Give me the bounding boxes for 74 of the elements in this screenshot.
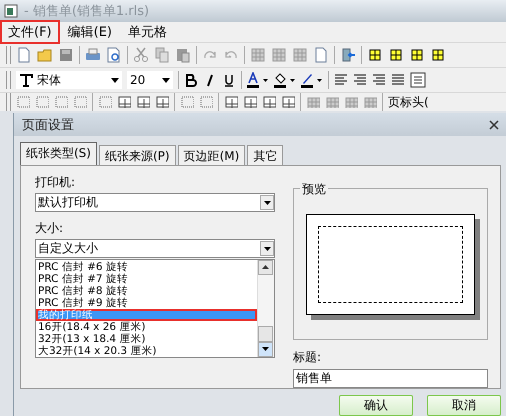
paste-icon[interactable] — [175, 47, 191, 63]
tab[interactable]: 纸张类型(S) — [20, 142, 97, 165]
tab[interactable]: 其它 — [247, 145, 284, 165]
align-right-icon[interactable] — [372, 73, 386, 87]
font-type-icon — [19, 73, 33, 87]
cell-grid-icon[interactable] — [117, 96, 131, 108]
close-icon[interactable] — [489, 120, 499, 130]
dialog-button[interactable]: 取消 — [427, 395, 501, 416]
list-item[interactable]: 16开(18.4 x 26 厘米) — [36, 321, 257, 333]
printer-label: 打印机: — [35, 174, 76, 191]
list-item[interactable]: 32开(13 x 18.4 厘米) — [36, 333, 257, 345]
bold-icon[interactable] — [184, 73, 198, 87]
cell-grid-icon[interactable] — [243, 96, 257, 108]
caret-icon — [264, 246, 270, 250]
dialog-title: 页面设置 — [22, 116, 74, 134]
document-icon[interactable] — [16, 47, 32, 63]
justify-icon[interactable] — [391, 73, 405, 87]
list-item[interactable]: PRC 信封 #6 旋转 — [36, 261, 257, 273]
preview-label: 预览 — [300, 181, 328, 198]
cell-grid-icon[interactable] — [262, 96, 276, 108]
fill-color-icon[interactable] — [274, 72, 296, 88]
align-left-icon[interactable] — [334, 73, 348, 87]
align-center-icon[interactable] — [353, 73, 367, 87]
pen-color-icon[interactable] — [301, 72, 323, 88]
door-arrow-icon[interactable] — [340, 47, 356, 63]
font-dropdown[interactable]: 宋体 — [16, 71, 122, 89]
list-item[interactable]: PRC 信封 #9 旋转 — [36, 297, 257, 309]
menu-item[interactable]: 单元格 — [120, 20, 175, 44]
menu-item[interactable]: 文件(F) — [0, 20, 60, 44]
caption-label: 标题: — [293, 349, 322, 366]
dotted-cell-icon[interactable] — [73, 96, 87, 108]
underline-icon[interactable] — [222, 73, 236, 87]
printer-dropdown[interactable]: 默认打印机 — [35, 193, 275, 212]
cell-layout-icon[interactable] — [388, 47, 404, 63]
cell-grid-icon[interactable] — [224, 96, 238, 108]
app-icon — [4, 4, 18, 18]
window-title: - 销售单(销售单1.rls) — [24, 3, 150, 20]
scrollbar-thumb[interactable] — [258, 326, 273, 342]
text-box-icon[interactable] — [410, 72, 426, 88]
page-header-label[interactable]: 页标头( — [388, 94, 429, 110]
tab[interactable]: 页边距(M) — [178, 145, 246, 165]
cell-layout-icon[interactable] — [430, 47, 446, 63]
print-preview-icon[interactable] — [106, 47, 122, 63]
menu-item[interactable]: 编辑(E) — [60, 20, 120, 44]
dotted-cell-icon[interactable] — [98, 96, 112, 108]
caret-icon — [264, 200, 270, 204]
caret-icon — [162, 78, 170, 82]
scroll-down-icon[interactable] — [262, 347, 269, 351]
paper-size-label: 大小: — [35, 220, 64, 237]
cell-layout-icon[interactable] — [367, 47, 383, 63]
list-item[interactable]: PRC 信封 #8 旋转 — [36, 285, 257, 297]
cell-grid-icon[interactable] — [155, 96, 169, 108]
tab[interactable]: 纸张来源(P) — [98, 145, 176, 165]
document-icon[interactable] — [313, 47, 329, 63]
font-size-dropdown[interactable]: 20 — [127, 71, 173, 89]
caret-icon — [111, 78, 119, 82]
caption-input-field[interactable]: 销售单 — [293, 369, 488, 388]
dotted-cell-icon[interactable] — [35, 96, 49, 108]
cell-layout-icon[interactable] — [409, 47, 425, 63]
list-item[interactable]: PRC 信封 #7 旋转 — [36, 273, 257, 285]
dialog-button[interactable]: 确认 — [339, 395, 413, 416]
paper-size-list[interactable]: PRC 信封 #6 旋转 PRC 信封 #7 旋转 PRC 信封 #8 旋转 PRC 信封 #9 旋转 我的打印纸 16开(18.4 x 26 厘米) 32开(13 x 18.4 厘米) 大32开(14 x 20.3 厘米) — [35, 259, 275, 358]
list-item[interactable]: 大32开(14 x 20.3 厘米) — [36, 345, 257, 357]
paper-size-dropdown[interactable]: 自定义大小 — [35, 239, 275, 258]
dotted-cell-icon[interactable] — [54, 96, 68, 108]
dotted-cell-icon[interactable] — [199, 96, 213, 108]
dotted-cell-icon[interactable] — [16, 96, 30, 108]
scroll-up-icon[interactable] — [262, 265, 269, 269]
printer-icon[interactable] — [85, 47, 101, 63]
dotted-cell-icon[interactable] — [180, 96, 194, 108]
cell-grid-icon[interactable] — [281, 96, 295, 108]
font-color-icon[interactable] — [247, 72, 269, 88]
folder-icon[interactable] — [37, 47, 53, 63]
cell-grid-icon[interactable] — [136, 96, 150, 108]
